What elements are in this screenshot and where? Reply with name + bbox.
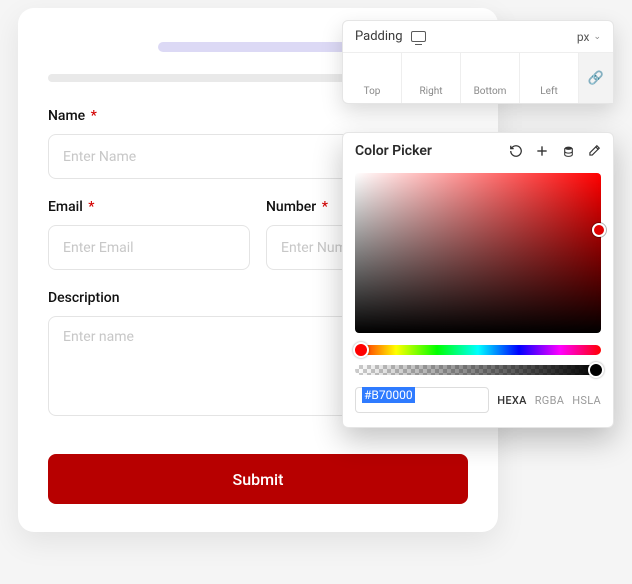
format-rgba[interactable]: RGBA: [535, 394, 565, 407]
format-hexa[interactable]: HEXA: [497, 394, 526, 407]
padding-left-label: Left: [520, 83, 578, 103]
plus-icon[interactable]: [535, 144, 549, 158]
padding-panel-header: Padding px ⌄: [343, 21, 613, 52]
saturation-canvas[interactable]: [355, 173, 601, 333]
hue-thumb[interactable]: [353, 342, 369, 358]
placeholder-title-bar: [158, 42, 358, 52]
padding-top-label: Top: [343, 83, 401, 103]
link-icon: 🔗: [588, 71, 604, 86]
name-label-text: Name: [48, 108, 85, 124]
padding-bottom-input[interactable]: [461, 53, 519, 83]
saturation-cursor[interactable]: [592, 223, 606, 237]
padding-right-label: Right: [402, 83, 460, 103]
required-marker: *: [322, 199, 328, 215]
padding-bottom-label: Bottom: [461, 83, 519, 103]
padding-right-input[interactable]: [402, 53, 460, 83]
padding-top-input[interactable]: [343, 53, 401, 83]
eyedropper-icon[interactable]: [587, 144, 601, 158]
padding-title: Padding: [355, 29, 403, 44]
hue-slider[interactable]: [355, 345, 601, 355]
alpha-thumb[interactable]: [588, 362, 604, 378]
email-label-text: Email: [48, 199, 83, 215]
hex-value-text: #B70000: [362, 387, 415, 403]
padding-inputs-row: Top Right Bottom Left 🔗: [343, 52, 613, 103]
link-values-button[interactable]: 🔗: [579, 53, 613, 103]
number-label-text: Number: [266, 199, 316, 215]
format-hsla[interactable]: HSLA: [572, 394, 601, 407]
required-marker: *: [88, 199, 94, 215]
email-field-group: Email *: [48, 199, 250, 270]
email-label: Email *: [48, 199, 250, 215]
email-input[interactable]: [48, 225, 250, 270]
color-picker-panel: Color Picker #B70000 HEXA RGBA HSLA: [342, 132, 614, 428]
palette-icon[interactable]: [561, 144, 575, 158]
hex-input[interactable]: #B70000: [355, 387, 489, 413]
chevron-down-icon: ⌄: [593, 32, 601, 42]
alpha-slider[interactable]: [355, 365, 601, 375]
color-picker-title: Color Picker: [355, 143, 432, 159]
unit-selector[interactable]: px ⌄: [577, 30, 601, 44]
desktop-icon[interactable]: [411, 31, 426, 42]
reset-icon[interactable]: [509, 144, 523, 158]
color-picker-header: Color Picker: [343, 133, 613, 169]
padding-panel: Padding px ⌄ Top Right Bottom Left 🔗: [342, 20, 614, 104]
submit-button[interactable]: Submit: [48, 454, 468, 504]
required-marker: *: [91, 108, 97, 124]
unit-label: px: [577, 30, 590, 44]
name-label: Name *: [48, 108, 468, 124]
color-value-row: #B70000 HEXA RGBA HSLA: [355, 387, 601, 413]
padding-left-input[interactable]: [520, 53, 578, 83]
